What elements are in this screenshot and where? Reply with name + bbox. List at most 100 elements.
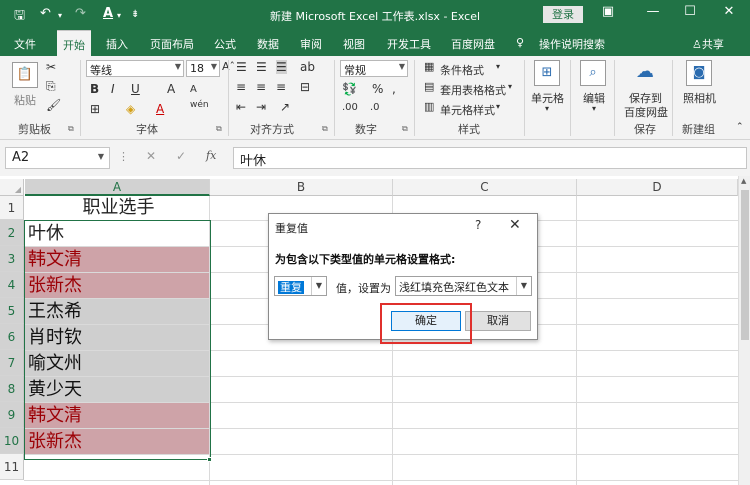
decrease-indent-icon[interactable]: ⇤ <box>236 100 246 114</box>
row-header[interactable]: 1 <box>0 196 24 220</box>
column-header-b[interactable]: B <box>210 179 393 196</box>
row-header[interactable]: 8 <box>0 376 24 402</box>
camera-button[interactable]: 照相机 <box>683 90 716 106</box>
value-type-select[interactable]: 重复 ▼ <box>274 276 327 296</box>
align-left-icon[interactable]: ≡ <box>236 80 246 94</box>
increase-indent-icon[interactable]: ⇥ <box>256 100 266 114</box>
align-center-icon[interactable]: ≡ <box>256 80 266 94</box>
cancel-entry-icon[interactable]: ✕ <box>146 149 156 163</box>
align-right-icon[interactable]: ≡ <box>276 80 286 94</box>
format-painter-icon[interactable]: 🖌 <box>46 98 61 112</box>
tab-file[interactable]: 文件 <box>14 36 36 52</box>
copy-icon[interactable]: ⎘ <box>46 79 56 94</box>
orientation-icon[interactable]: ↗ <box>280 100 290 114</box>
redo-icon[interactable]: ↷ <box>75 6 86 21</box>
align-top-icon[interactable]: ☰ <box>236 60 247 74</box>
phonetic-icon[interactable]: wén <box>190 100 209 110</box>
merge-center-icon[interactable]: ⊟ <box>300 80 310 94</box>
column-header-d[interactable]: D <box>577 179 738 196</box>
share-button[interactable]: ♙共享 <box>692 36 724 52</box>
customize-quick-access-icon[interactable]: ⇟ <box>131 9 139 20</box>
row-header[interactable]: 2 <box>0 220 24 246</box>
cells-icon[interactable]: ⊞ <box>534 60 560 86</box>
tab-view[interactable]: 视图 <box>343 36 365 52</box>
alignment-launcher-icon[interactable]: ⧉ <box>322 124 328 134</box>
ok-button[interactable]: 确定 <box>391 311 461 331</box>
cancel-button[interactable]: 取消 <box>465 311 531 331</box>
minimize-icon[interactable]: — <box>638 4 668 19</box>
paste-label[interactable]: 粘贴 <box>14 92 36 108</box>
row-header[interactable]: 6 <box>0 324 24 350</box>
row-header[interactable]: 3 <box>0 246 24 272</box>
increase-decimal-icon[interactable]: .00 <box>342 102 358 113</box>
clipboard-launcher-icon[interactable]: ⧉ <box>68 124 74 134</box>
fill-handle[interactable] <box>207 457 212 462</box>
tab-formulas[interactable]: 公式 <box>214 36 236 52</box>
cut-icon[interactable]: ✂ <box>46 60 56 74</box>
cell-a3[interactable]: 韩文清 <box>25 247 209 272</box>
tab-data[interactable]: 数据 <box>257 36 279 52</box>
row-header[interactable]: 10 <box>0 428 24 454</box>
font-color-dropdown-icon[interactable]: ▾ <box>117 11 121 20</box>
maximize-icon[interactable]: ☐ <box>675 4 705 19</box>
cell-a1[interactable]: 职业选手 <box>25 196 209 220</box>
decrease-decimal-icon[interactable]: .0 <box>370 102 380 113</box>
save-to-baidu-line2[interactable]: 百度网盘 <box>624 104 668 120</box>
percent-icon[interactable]: % <box>372 82 383 96</box>
align-middle-icon[interactable]: ☰ <box>256 60 267 74</box>
number-launcher-icon[interactable]: ⧉ <box>402 124 408 134</box>
tab-insert[interactable]: 插入 <box>106 36 128 52</box>
ribbon-display-options-icon[interactable]: ▣ <box>593 4 623 19</box>
name-box[interactable]: A2 ▼ <box>5 147 110 169</box>
underline-button[interactable]: U <box>131 82 140 96</box>
row-header[interactable]: 9 <box>0 402 24 428</box>
vertical-scrollbar[interactable]: ▲ <box>738 176 750 485</box>
currency-icon[interactable]: 💱 <box>342 82 357 96</box>
search-icon[interactable]: ⌕ <box>580 60 606 86</box>
format-as-table-button[interactable]: 套用表格格式 <box>440 82 506 98</box>
font-name-select[interactable]: 等线 ▼ <box>86 60 184 77</box>
tab-developer[interactable]: 开发工具 <box>387 36 431 52</box>
cell-a6[interactable]: 肖时钦 <box>25 325 209 350</box>
baidu-cloud-icon[interactable]: ☁ <box>632 60 658 86</box>
formula-input[interactable]: 叶休 <box>233 147 747 169</box>
bold-button[interactable]: B <box>90 82 99 96</box>
font-color-quick-icon[interactable]: A <box>103 6 113 21</box>
collapse-ribbon-icon[interactable]: ⌃ <box>736 122 744 132</box>
tab-page-layout[interactable]: 页面布局 <box>150 36 194 52</box>
select-all-corner[interactable]: ◢ <box>0 179 24 196</box>
row-header[interactable]: 5 <box>0 298 24 324</box>
undo-icon[interactable]: ↶ <box>40 6 51 21</box>
cell-a7[interactable]: 喻文州 <box>25 351 209 376</box>
login-button[interactable]: 登录 <box>543 6 583 23</box>
wrap-text-icon[interactable]: ab <box>300 60 315 74</box>
cell-a10[interactable]: 张新杰 <box>25 429 209 454</box>
number-format-select[interactable]: 常规 ▼ <box>340 60 408 77</box>
column-header-a[interactable]: A <box>25 179 210 196</box>
tab-home[interactable]: 开始 <box>57 30 91 56</box>
font-launcher-icon[interactable]: ⧉ <box>216 124 222 134</box>
row-header[interactable]: 11 <box>0 454 24 480</box>
row-header[interactable]: 7 <box>0 350 24 376</box>
undo-dropdown-icon[interactable]: ▾ <box>58 11 62 20</box>
paste-icon[interactable]: 📋 <box>12 62 38 88</box>
cell-a8[interactable]: 黄少天 <box>25 377 209 402</box>
close-icon[interactable]: ✕ <box>509 217 521 233</box>
camera-icon[interactable]: ◙ <box>686 60 712 86</box>
tab-review[interactable]: 审阅 <box>300 36 322 52</box>
tell-me-search[interactable]: 操作说明搜索 <box>539 36 605 52</box>
cell-a2[interactable]: 叶休 <box>25 221 209 246</box>
cell-a4[interactable]: 张新杰 <box>25 273 209 298</box>
grow-font-icon[interactable]: A <box>167 82 175 96</box>
shrink-font-icon[interactable]: A <box>190 84 197 95</box>
borders-icon[interactable]: ⊞ <box>90 102 100 116</box>
help-icon[interactable]: ? <box>475 218 481 232</box>
insert-function-icon[interactable]: fx <box>206 149 216 162</box>
italic-button[interactable]: I <box>111 82 115 96</box>
conditional-format-button[interactable]: 条件格式 <box>440 62 484 78</box>
fill-color-icon[interactable]: ◈ <box>126 102 135 116</box>
column-header-c[interactable]: C <box>393 179 577 196</box>
row-header[interactable]: 4 <box>0 272 24 298</box>
comma-icon[interactable]: , <box>392 82 396 96</box>
cell-a9[interactable]: 韩文清 <box>25 403 209 428</box>
